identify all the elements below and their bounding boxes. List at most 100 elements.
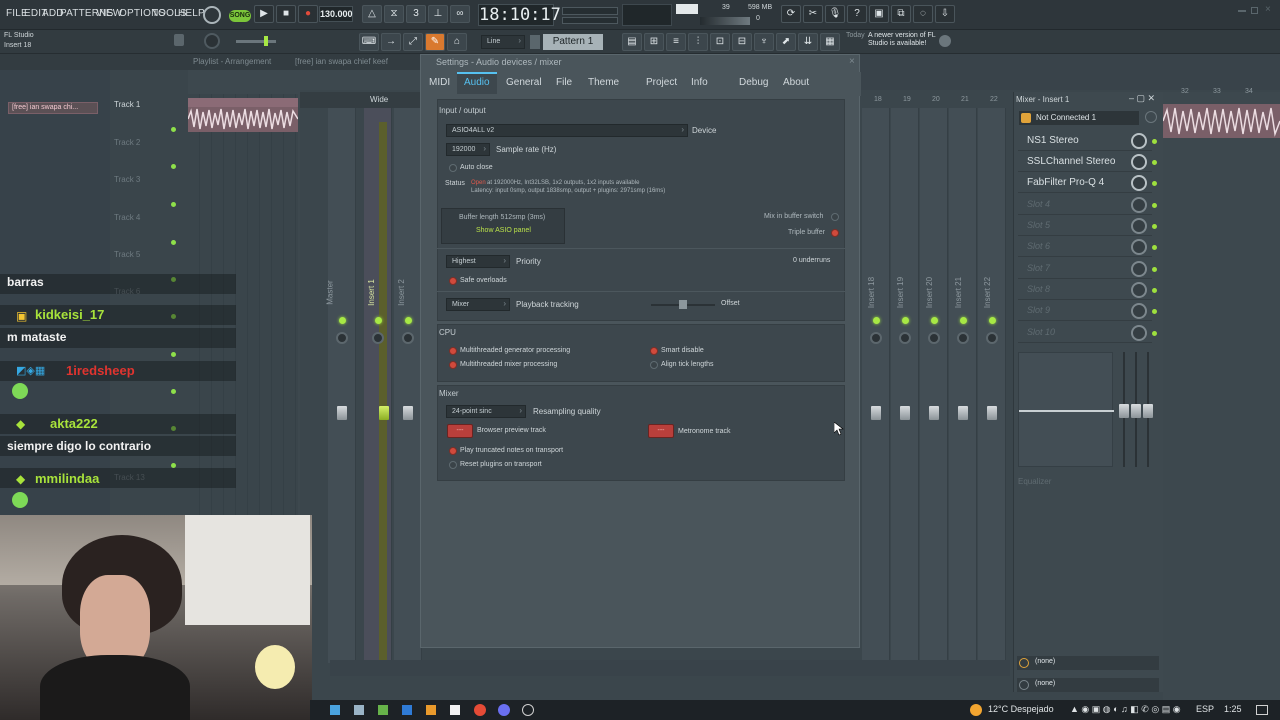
track-mute-led[interactable] [171, 240, 176, 245]
resampling-dropdown[interactable]: 24-point sinc [446, 405, 526, 418]
news-icon[interactable] [939, 35, 951, 47]
pan-knob-icon[interactable] [986, 332, 998, 344]
lock-icon[interactable] [174, 34, 184, 46]
strip-led[interactable] [375, 317, 382, 324]
record-button[interactable]: ● [298, 5, 318, 23]
strip-led[interactable] [931, 317, 938, 324]
render-icon[interactable]: ⇊ [798, 33, 818, 51]
strip-led[interactable] [405, 317, 412, 324]
track-mute-led[interactable] [171, 389, 176, 394]
strip-led[interactable] [873, 317, 880, 324]
mixer-strip-master[interactable]: Master [326, 108, 356, 663]
slot-mix-knob-icon[interactable] [1131, 303, 1147, 319]
keyboard-icon[interactable]: ⌨ [359, 33, 379, 51]
tab-file[interactable]: File [556, 77, 572, 88]
taskbar-app-icon[interactable] [450, 705, 460, 715]
tab-midi[interactable]: MIDI [429, 77, 450, 88]
taskbar-app-icon[interactable] [378, 705, 388, 715]
sample-rate-dropdown[interactable]: 192000 [446, 143, 490, 156]
news-text[interactable]: A newer version of FL Studio is availabl… [868, 32, 938, 48]
strip-led[interactable] [960, 317, 967, 324]
audio-clip[interactable] [188, 98, 298, 132]
touch-keyboard-icon[interactable]: ♆ [754, 33, 774, 51]
wait-input-icon[interactable]: ⧖ [384, 5, 404, 23]
notifications-icon[interactable] [1256, 705, 1268, 715]
pattern-clip-item[interactable]: [free] ian swapa chi... [8, 102, 98, 114]
slot-mix-knob-icon[interactable] [1131, 218, 1147, 234]
pan-knob-icon[interactable] [928, 332, 940, 344]
track-label[interactable]: Track 5 [114, 250, 140, 259]
master-pitch-slider[interactable] [562, 17, 618, 24]
tab-info[interactable]: Info [691, 77, 708, 88]
slot-enable-led[interactable] [1152, 160, 1157, 165]
slot-mix-knob-icon[interactable] [1131, 154, 1147, 170]
help-icon[interactable]: ? [847, 5, 867, 23]
mixer-strip-insert-22[interactable]: Insert 22 [978, 108, 1006, 663]
track-label[interactable]: Track 4 [114, 213, 140, 222]
align-tick-radio[interactable] [650, 361, 658, 369]
language-indicator[interactable]: ESP [1196, 704, 1214, 714]
channel-rack-icon[interactable]: ≡ [666, 33, 686, 51]
countdown-icon[interactable]: 3 [406, 5, 426, 23]
device-dropdown[interactable]: ASIO4ALL v2 [446, 124, 688, 137]
track-mute-led[interactable] [171, 352, 176, 357]
arrow-right-icon[interactable]: → [381, 33, 401, 51]
mix-in-buffer-radio[interactable] [831, 213, 839, 221]
mixer-strip-insert-1[interactable]: Insert 1 [364, 108, 392, 663]
pan-knob-icon[interactable] [957, 332, 969, 344]
eq-band-sliders[interactable] [1119, 352, 1157, 467]
stop-button[interactable]: ■ [276, 5, 296, 23]
slot-mix-knob-icon[interactable] [1131, 282, 1147, 298]
insert-settings-icon[interactable] [1145, 111, 1157, 123]
volume-fader[interactable] [871, 406, 881, 420]
volume-fader[interactable] [987, 406, 997, 420]
save-icon[interactable]: ▣ [869, 5, 889, 23]
record-mode-icon[interactable] [203, 6, 221, 24]
remote-icon[interactable]: ⬈ [776, 33, 796, 51]
playlist-icon[interactable]: ▤ [622, 33, 642, 51]
browser-preview-track-button[interactable]: --- [447, 424, 473, 438]
slot-enable-led[interactable] [1152, 245, 1157, 250]
tab-theme[interactable]: Theme [588, 77, 619, 88]
mixer-strip-insert-20[interactable]: Insert 20 [920, 108, 948, 663]
clock[interactable]: 1:25 [1224, 704, 1242, 714]
volume-fader[interactable] [337, 406, 347, 420]
close-icon[interactable]: × [1265, 4, 1271, 15]
tray-icons[interactable]: ▲ ◉ ▣ ◍ ◐ ♫ ◧ ✆ ◎ ▤ ◉ [1070, 704, 1181, 715]
project-browser-icon[interactable]: ▦ [820, 33, 840, 51]
playback-tracking-dropdown[interactable]: Mixer [446, 298, 510, 311]
tab-project[interactable]: Project [646, 77, 677, 88]
chat-icon[interactable]: ◌ [913, 5, 933, 23]
mixer-strip-insert-19[interactable]: Insert 19 [891, 108, 919, 663]
eq-band-thumb[interactable] [1143, 404, 1153, 418]
mixer-view-label[interactable]: Wide [370, 95, 388, 104]
track-label[interactable]: Track 1 [114, 100, 140, 109]
pan-knob-icon[interactable] [870, 332, 882, 344]
undo-history-icon[interactable]: ⟳ [781, 5, 801, 23]
triple-buffer-radio[interactable] [831, 229, 839, 237]
step-edit-icon[interactable]: ⊥ [428, 5, 448, 23]
slot-mix-knob-icon[interactable] [1131, 197, 1147, 213]
slot-mix-knob-icon[interactable] [1131, 261, 1147, 277]
pattern-prev-icon[interactable] [530, 35, 540, 49]
track-label[interactable]: Track 3 [114, 175, 140, 184]
track-mute-led[interactable] [171, 164, 176, 169]
audio-clip[interactable] [1163, 104, 1280, 138]
slot-enable-led[interactable] [1152, 331, 1157, 336]
slot-mix-knob-icon[interactable] [1131, 133, 1147, 149]
taskbar-discord-icon[interactable] [498, 704, 510, 716]
snap-magnet-icon[interactable]: ⤢ [403, 33, 423, 51]
smart-disable-radio[interactable] [650, 347, 658, 355]
slot-mix-knob-icon[interactable] [1131, 239, 1147, 255]
priority-dropdown[interactable]: Highest [446, 255, 510, 268]
tab-about[interactable]: About [783, 77, 809, 88]
reset-plugins-radio[interactable] [449, 461, 457, 469]
tab-general[interactable]: General [506, 77, 542, 88]
eq-graph[interactable] [1018, 352, 1114, 467]
loop-record-icon[interactable]: ∞ [450, 5, 470, 23]
slot-enable-led[interactable] [1152, 224, 1157, 229]
taskbar-app-icon[interactable] [354, 705, 364, 715]
close-icon[interactable]: × [849, 56, 855, 67]
tab-debug[interactable]: Debug [739, 77, 768, 88]
offset-slider-thumb[interactable] [679, 300, 687, 309]
